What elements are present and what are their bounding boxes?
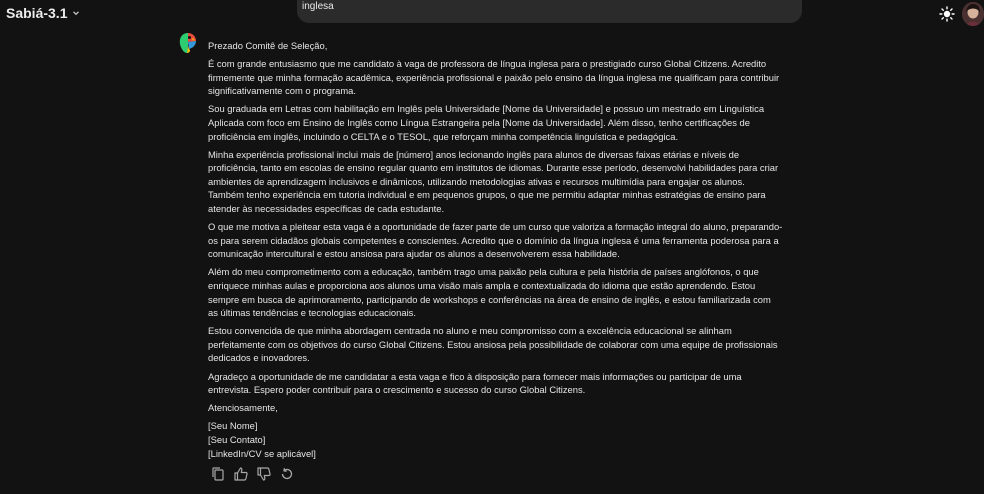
sun-icon[interactable]: [939, 6, 955, 22]
regenerate-button[interactable]: [279, 466, 295, 482]
thumbs-up-icon: [234, 467, 248, 481]
paragraph: Sou graduada em Letras com habilitação e…: [208, 103, 765, 142]
user-prompt-bubble: inglesa: [297, 0, 802, 23]
message-actions: [210, 466, 295, 482]
signature-line: [Seu Contato]: [208, 433, 266, 445]
paragraph: Além do meu comprometimento com a educaç…: [208, 266, 771, 319]
paragraph: Minha experiência profissional inclui ma…: [208, 148, 779, 215]
closing: Atenciosamente,: [208, 402, 278, 414]
thumbs-down-button[interactable]: [256, 466, 272, 482]
signature-line: [Seu Nome]: [208, 420, 258, 432]
thumbs-up-button[interactable]: [233, 466, 249, 482]
copy-button[interactable]: [210, 466, 226, 482]
assistant-response: Prezado Comitê de Seleção, É com grande …: [208, 39, 783, 460]
user-prompt-text: inglesa: [302, 1, 334, 12]
paragraph: Estou convencida de que minha abordagem …: [208, 325, 778, 364]
copy-icon: [212, 467, 224, 481]
paragraph: O que me motiva a pleitear esta vaga é a…: [208, 221, 783, 260]
paragraph: Agradeço a oportunidade de me candidatar…: [208, 370, 742, 396]
user-avatar[interactable]: [962, 2, 984, 26]
regenerate-icon: [281, 468, 293, 480]
thumbs-down-icon: [257, 467, 271, 481]
signature-block: [Seu Nome] [Seu Contato] [LinkedIn/CV se…: [208, 419, 783, 460]
signature-line: [LinkedIn/CV se aplicável]: [208, 447, 316, 459]
top-bar: Sabiá-3.1 inglesa: [0, 0, 984, 28]
model-name: Sabiá-3.1: [6, 5, 68, 21]
salutation: Prezado Comitê de Seleção,: [208, 40, 328, 51]
user-avatar-image: [962, 2, 984, 26]
model-selector[interactable]: Sabiá-3.1: [6, 5, 81, 21]
paragraph: É com grande entusiasmo que me candidato…: [208, 58, 780, 97]
chevron-down-icon: [73, 11, 80, 16]
assistant-parrot-icon: [179, 33, 196, 53]
